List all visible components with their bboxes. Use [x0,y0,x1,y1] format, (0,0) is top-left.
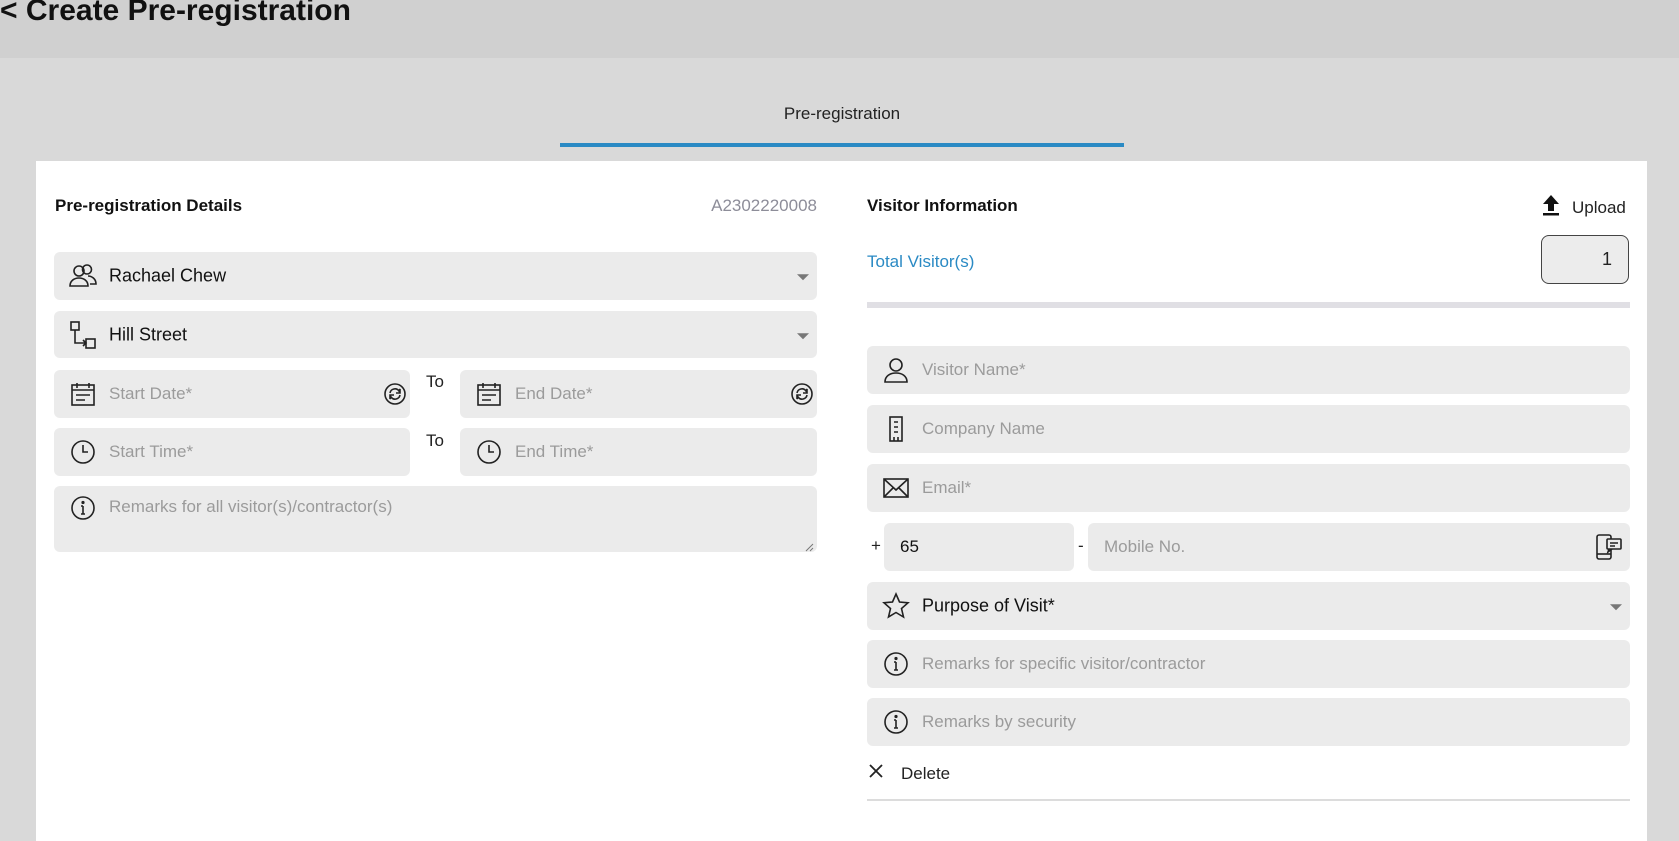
purpose-select[interactable]: Purpose of Visit* [867,582,1630,630]
resize-handle-icon[interactable] [804,539,814,552]
visitor-bottom-divider [867,799,1630,801]
end-time-placeholder: End Time* [515,442,594,461]
person-icon [881,355,911,385]
email-input[interactable]: Email* [867,464,1630,512]
remarks-security-placeholder: Remarks by security [922,712,1076,731]
end-date-input[interactable]: End Date* [460,370,817,418]
to-label: To [426,372,444,391]
remarks-specific-placeholder: Remarks for specific visitor/contractor [922,654,1206,673]
visitor-section-title: Visitor Information [867,196,1018,215]
visitor-name-placeholder: Visitor Name* [922,360,1026,379]
building-icon [881,414,911,444]
total-visitors-label: Total Visitor(s) [867,252,975,271]
mobile-number-placeholder: Mobile No. [1104,537,1186,556]
start-date-placeholder: Start Date* [109,384,193,403]
delete-label: Delete [901,763,951,783]
info-icon [881,707,911,737]
tab-pre-registration[interactable]: Pre-registration [560,104,1124,124]
users-icon [68,261,98,291]
remarks-all-placeholder: Remarks for all visitor(s)/contractor(s) [109,497,393,516]
total-visitors-input[interactable]: 1 [1541,235,1629,284]
email-placeholder: Email* [922,478,972,497]
start-time-placeholder: Start Time* [109,442,194,461]
chevron-down-icon [797,332,809,339]
reference-number: A2302220008 [711,196,817,215]
tab-active-indicator [560,143,1124,147]
country-code-value: 65 [900,537,919,556]
host-select[interactable]: Rachael Chew [54,252,817,300]
visitor-name-input[interactable]: Visitor Name* [867,346,1630,394]
chevron-down-icon [1610,604,1622,611]
close-icon [867,762,885,785]
phone-dash: - [1078,536,1084,555]
location-select[interactable]: Hill Street [54,311,817,358]
start-date-input[interactable]: Start Date* [54,370,410,418]
star-icon [881,591,911,621]
company-name-placeholder: Company Name [922,419,1045,438]
mobile-sms-icon [1594,532,1624,567]
upload-button[interactable]: Upload [1540,193,1626,222]
info-icon [68,493,98,523]
start-time-input[interactable]: Start Time* [54,428,410,476]
envelope-icon [881,473,911,503]
chevron-down-icon [797,274,809,281]
upload-icon [1540,193,1562,222]
calendar-icon [474,379,504,409]
upload-label: Upload [1572,197,1626,217]
end-time-input[interactable]: End Time* [460,428,817,476]
visitor-progress-divider [867,302,1630,308]
details-section-title: Pre-registration Details [55,196,243,215]
clock-icon [68,437,98,467]
country-code-input[interactable]: 65 [884,523,1074,571]
info-icon [881,649,911,679]
host-value: Rachael Chew [109,265,227,286]
remarks-security-input[interactable]: Remarks by security [867,698,1630,746]
remarks-all-textarea[interactable]: Remarks for all visitor(s)/contractor(s) [54,486,817,552]
page-title[interactable]: < Create Pre-registration [0,0,351,28]
refresh-icon[interactable] [790,382,814,411]
hierarchy-icon [68,320,98,350]
remarks-specific-input[interactable]: Remarks for specific visitor/contractor [867,640,1630,688]
company-name-input[interactable]: Company Name [867,405,1630,453]
purpose-value: Purpose of Visit* [922,595,1055,616]
calendar-icon [68,379,98,409]
delete-visitor-button[interactable]: Delete [867,762,950,785]
phone-plus-sign: + [871,536,881,555]
mobile-number-input[interactable]: Mobile No. [1088,523,1630,571]
clock-icon [474,437,504,467]
end-date-placeholder: End Date* [515,384,593,403]
to-label: To [426,431,444,450]
location-value: Hill Street [109,324,188,344]
refresh-icon[interactable] [383,382,407,411]
